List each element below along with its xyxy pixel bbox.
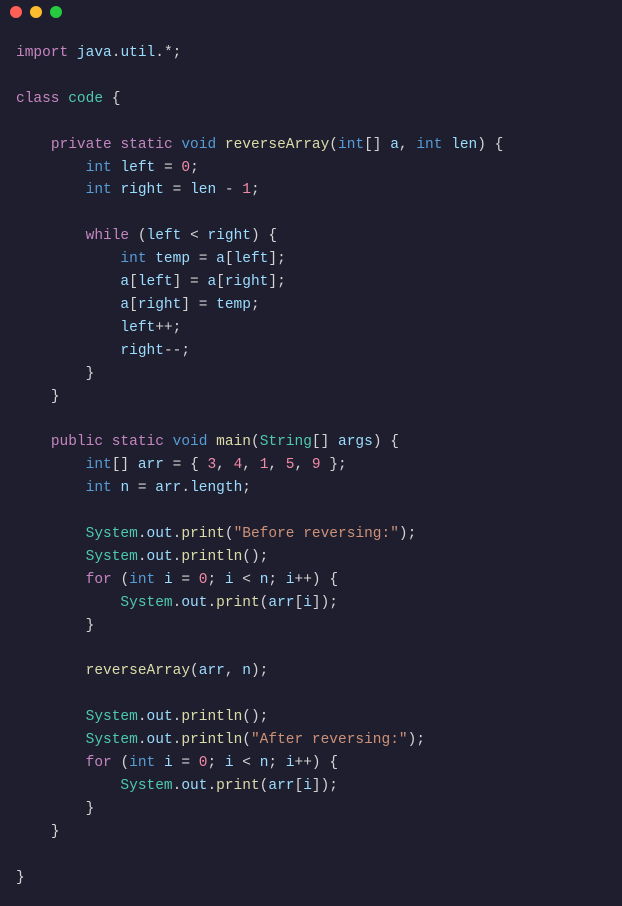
field-out: out xyxy=(147,549,173,565)
num-3: 3 xyxy=(207,457,216,473)
num-9: 9 xyxy=(312,457,321,473)
type-int: int xyxy=(86,182,112,198)
minimize-dot[interactable] xyxy=(30,6,42,18)
keyword-for: for xyxy=(86,755,112,771)
var-i: i xyxy=(225,572,234,588)
type-int: int xyxy=(416,137,442,153)
keyword-static: static xyxy=(120,137,172,153)
var-temp: temp xyxy=(155,251,190,267)
type-int: int xyxy=(86,457,112,473)
field-out: out xyxy=(147,526,173,542)
var-i: i xyxy=(286,755,295,771)
var-arr: arr xyxy=(268,778,294,794)
type-int: int xyxy=(120,251,146,267)
var-a: a xyxy=(120,297,129,313)
method-reverseArray: reverseArray xyxy=(225,137,329,153)
method-println: println xyxy=(181,732,242,748)
call-reverseArray: reverseArray xyxy=(86,663,190,679)
class-System: System xyxy=(86,732,138,748)
keyword-import: import xyxy=(16,45,68,61)
type-int: int xyxy=(129,755,155,771)
var-a: a xyxy=(216,251,225,267)
keyword-for: for xyxy=(86,572,112,588)
type-int: int xyxy=(338,137,364,153)
var-right: right xyxy=(138,297,182,313)
class-System: System xyxy=(86,709,138,725)
var-i: i xyxy=(286,572,295,588)
type-int: int xyxy=(129,572,155,588)
field-out: out xyxy=(147,732,173,748)
num-1: 1 xyxy=(242,182,251,198)
var-left: left xyxy=(120,160,155,176)
field-out: out xyxy=(181,778,207,794)
var-a: a xyxy=(207,274,216,290)
num-0: 0 xyxy=(181,160,190,176)
keyword-static: static xyxy=(112,434,164,450)
keyword-private: private xyxy=(51,137,112,153)
var-right: right xyxy=(225,274,269,290)
maximize-dot[interactable] xyxy=(50,6,62,18)
class-code: code xyxy=(68,91,103,107)
pkg-java: java xyxy=(77,45,112,61)
method-println: println xyxy=(181,709,242,725)
var-n: n xyxy=(242,663,251,679)
var-n: n xyxy=(120,480,129,496)
type-String: String xyxy=(260,434,312,450)
pkg-util: util xyxy=(120,45,155,61)
keyword-void: void xyxy=(173,434,208,450)
var-left: left xyxy=(120,320,155,336)
method-print: print xyxy=(216,778,260,794)
var-i: i xyxy=(303,778,312,794)
keyword-void: void xyxy=(181,137,216,153)
string-before: "Before reversing:" xyxy=(234,526,399,542)
method-main: main xyxy=(216,434,251,450)
num-4: 4 xyxy=(234,457,243,473)
var-i: i xyxy=(164,572,173,588)
var-arr: arr xyxy=(268,595,294,611)
type-int: int xyxy=(86,480,112,496)
var-left: left xyxy=(234,251,269,267)
var-arr: arr xyxy=(155,480,181,496)
code-content: import java.util.*; class code { private… xyxy=(16,42,606,890)
var-left: left xyxy=(138,274,173,290)
method-print: print xyxy=(216,595,260,611)
class-System: System xyxy=(120,778,172,794)
method-print: print xyxy=(181,526,225,542)
var-right: right xyxy=(207,228,251,244)
keyword-class: class xyxy=(16,91,60,107)
var-arr: arr xyxy=(199,663,225,679)
class-System: System xyxy=(86,549,138,565)
var-len: len xyxy=(451,137,477,153)
class-System: System xyxy=(86,526,138,542)
class-System: System xyxy=(120,595,172,611)
num-5: 5 xyxy=(286,457,295,473)
var-args: args xyxy=(338,434,373,450)
var-i: i xyxy=(225,755,234,771)
field-out: out xyxy=(147,709,173,725)
keyword-while: while xyxy=(86,228,130,244)
var-right: right xyxy=(120,182,164,198)
var-a: a xyxy=(390,137,399,153)
var-i: i xyxy=(303,595,312,611)
code-editor[interactable]: import java.util.*; class code { private… xyxy=(0,24,622,906)
type-int: int xyxy=(86,160,112,176)
close-dot[interactable] xyxy=(10,6,22,18)
var-a: a xyxy=(120,274,129,290)
var-temp: temp xyxy=(216,297,251,313)
var-left: left xyxy=(147,228,182,244)
var-arr: arr xyxy=(138,457,164,473)
method-println: println xyxy=(181,549,242,565)
field-out: out xyxy=(181,595,207,611)
var-i: i xyxy=(164,755,173,771)
string-after: "After reversing:" xyxy=(251,732,408,748)
var-len: len xyxy=(190,182,216,198)
window-titlebar xyxy=(0,0,622,24)
keyword-public: public xyxy=(51,434,103,450)
prop-length: length xyxy=(190,480,242,496)
var-right: right xyxy=(120,343,164,359)
